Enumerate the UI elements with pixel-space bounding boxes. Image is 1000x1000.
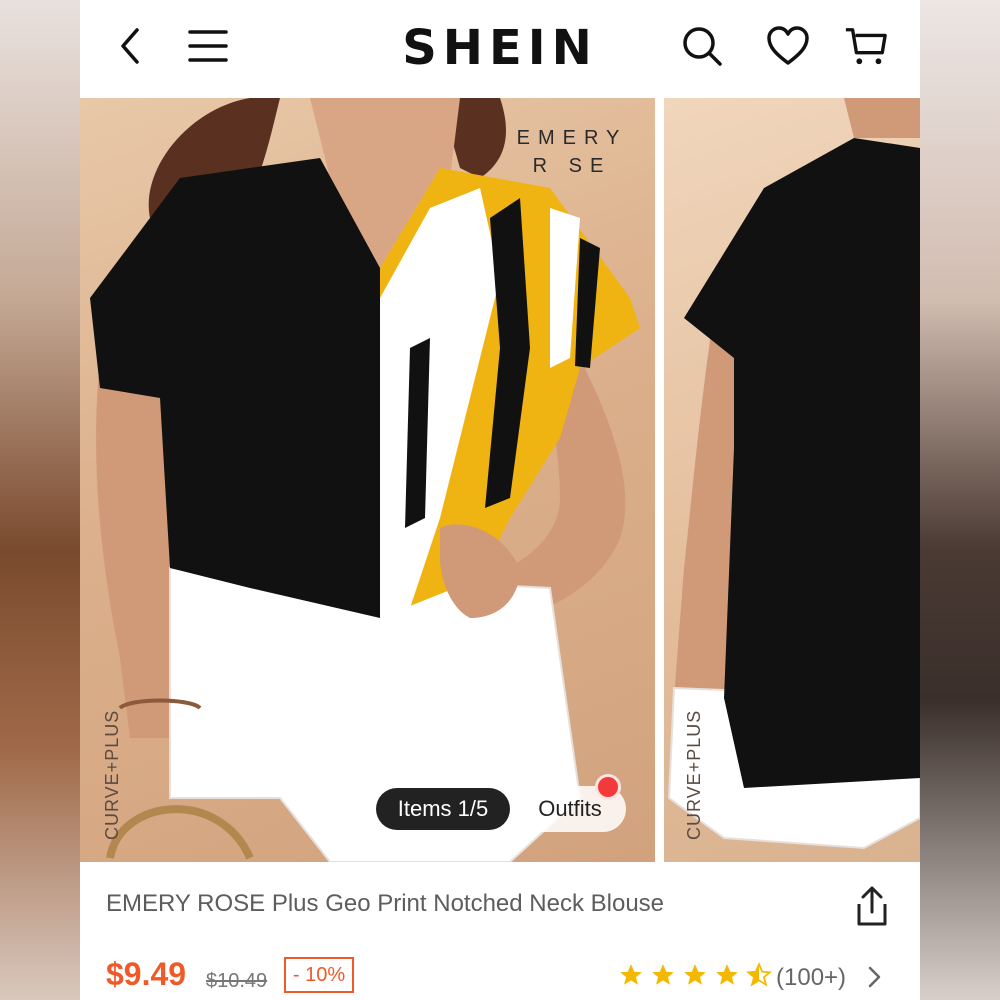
emery-rose-brand-mark: EMERY R SE: [516, 124, 628, 180]
product-title: EMERY ROSE Plus Geo Print Notched Neck B…: [106, 890, 665, 917]
original-price: $10.49: [206, 970, 268, 992]
shein-logo[interactable]: SHEIN: [380, 20, 620, 76]
items-tab[interactable]: Items 1/5: [376, 788, 510, 830]
brand-mark-line1: EMERY: [516, 127, 628, 149]
blurred-background-left: [0, 0, 80, 1000]
chevron-right-icon[interactable]: [862, 962, 886, 992]
blurred-background-right: [920, 0, 1000, 1000]
product-image-front[interactable]: EMERY R SE CURVE+PLUS Items 1/5 Outfits: [80, 98, 655, 862]
review-count[interactable]: (100+): [776, 964, 846, 992]
product-image-gallery[interactable]: EMERY R SE CURVE+PLUS Items 1/5 Outfits …: [80, 98, 920, 862]
brand-mark-line2: R SE: [532, 155, 612, 177]
rating-stars[interactable]: [618, 962, 772, 992]
cart-icon[interactable]: [844, 24, 888, 68]
notification-dot: [595, 774, 621, 800]
star-icon: [716, 964, 738, 985]
sale-price: $9.49: [106, 956, 187, 992]
star-icon: [652, 964, 674, 985]
product-image-back[interactable]: CURVE+PLUS: [664, 98, 920, 862]
curve-plus-label-2: CURVE+PLUS: [684, 709, 704, 840]
star-icon: [620, 964, 642, 985]
product-page: SHEIN EMERY R SE CURVE+PLUS Items 1/5 Ou…: [80, 0, 920, 1000]
half-star-icon: [746, 962, 772, 987]
curve-plus-label: CURVE+PLUS: [102, 709, 122, 840]
chevron-left-icon[interactable]: [108, 24, 152, 68]
search-icon[interactable]: [680, 24, 724, 68]
top-nav-bar: SHEIN: [80, 0, 920, 96]
star-icon: [684, 964, 706, 985]
hamburger-menu-icon[interactable]: [186, 24, 230, 68]
discount-badge: - 10%: [284, 957, 354, 993]
share-icon[interactable]: [852, 884, 892, 928]
gallery-toggle: Items 1/5 Outfits: [374, 786, 626, 832]
heart-icon[interactable]: [766, 24, 810, 68]
